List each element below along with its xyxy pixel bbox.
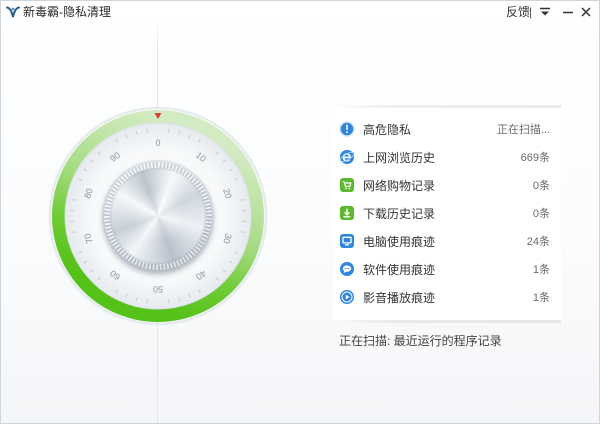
- scan-item-high-risk-privacy[interactable]: 高危隐私 正在扫描...: [333, 115, 561, 143]
- warning-icon: [339, 121, 355, 137]
- scan-item-shopping-records[interactable]: 网络购物记录 0条: [333, 171, 561, 199]
- title-bar[interactable]: 新毒霸-隐私清理 反馈 |: [1, 1, 599, 23]
- dial-tick: [146, 128, 148, 133]
- scan-item-label: 网络购物记录: [363, 178, 436, 193]
- download-icon: [339, 205, 355, 221]
- scan-item-count: 24条: [526, 236, 550, 248]
- dial-tick: [146, 299, 148, 304]
- scan-item-download-history[interactable]: 下载历史记录 0条: [333, 199, 561, 227]
- scan-item-media-traces[interactable]: 影音播放痕迹 1条: [333, 283, 561, 311]
- scan-status-text: 正在扫描: 最近运行的程序记录: [339, 334, 502, 348]
- scan-item-count: 669条: [520, 152, 550, 164]
- scan-item-computer-traces[interactable]: 电脑使用痕迹 24条: [333, 227, 561, 255]
- scan-item-count: 0条: [532, 208, 550, 220]
- duba-logo-icon: [5, 4, 21, 20]
- title-separator: |: [529, 5, 533, 19]
- scan-item-label: 电脑使用痕迹: [363, 234, 436, 249]
- scan-item-label: 软件使用痕迹: [363, 262, 436, 277]
- computer-icon: [339, 233, 355, 249]
- close-icon[interactable]: [579, 3, 593, 21]
- media-play-icon: [339, 289, 355, 305]
- scan-list-panel: 高危隐私 正在扫描... 上网浏览历史 669条 网络购物记录 0条 下载历史记…: [333, 105, 561, 323]
- ie-browser-icon: [339, 149, 355, 165]
- dial-knob-face: [110, 168, 206, 264]
- dial-knob: [104, 162, 212, 270]
- scan-item-label: 影音播放痕迹: [363, 290, 436, 305]
- scan-item-label: 下载历史记录: [363, 206, 436, 221]
- scan-item-count: 1条: [532, 264, 550, 276]
- shopping-cart-icon: [339, 177, 355, 193]
- scan-item-label: 上网浏览历史: [363, 150, 436, 165]
- dial-tick: [168, 299, 170, 304]
- software-icon: [339, 261, 355, 277]
- window-title: 新毒霸-隐私清理: [23, 5, 111, 19]
- dial-tick: [168, 128, 170, 133]
- dial-label: 0: [155, 138, 160, 148]
- dial-label: 50: [153, 284, 163, 294]
- scan-item-count: 0条: [532, 180, 550, 192]
- menu-dropdown-icon[interactable]: [538, 3, 552, 21]
- minimize-icon[interactable]: [561, 3, 575, 21]
- scan-item-count: 1条: [532, 292, 550, 304]
- feedback-link[interactable]: 反馈: [506, 3, 530, 21]
- scan-item-label: 高危隐私: [363, 122, 412, 137]
- privacy-cleaner-window: 新毒霸-隐私清理 反馈 | 0 10 20 30 40 50 60 70 80 …: [0, 0, 600, 424]
- scan-item-status: 正在扫描...: [496, 124, 550, 136]
- scan-item-software-traces[interactable]: 软件使用痕迹 1条: [333, 255, 561, 283]
- scan-item-browsing-history[interactable]: 上网浏览历史 669条: [333, 143, 561, 171]
